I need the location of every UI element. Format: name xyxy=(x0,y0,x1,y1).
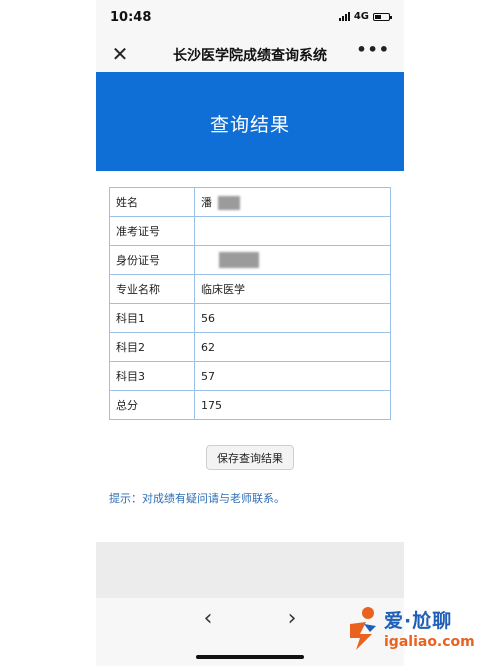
phone-screen: 10:48 4G ✕ 长沙医学院成绩查询系统 ••• 查询结果 姓名 潘 准考证… xyxy=(96,0,404,666)
battery-icon xyxy=(373,12,392,21)
table-row: 专业名称 临床医学 xyxy=(109,274,391,304)
row-label: 专业名称 xyxy=(109,274,195,304)
table-row: 科目3 57 xyxy=(109,361,391,391)
row-value: 56 xyxy=(194,303,391,333)
watermark-title: 爱·尬聊 xyxy=(384,610,453,632)
table-row: 准考证号 xyxy=(109,216,391,246)
status-time: 10:48 xyxy=(110,10,152,25)
row-label: 总分 xyxy=(109,390,195,420)
network-type: 4G xyxy=(353,11,369,22)
result-banner: 查询结果 xyxy=(96,72,404,171)
row-value-name: 潘 xyxy=(194,187,391,217)
hint-text: 提示：对成绩有疑问请与老师联系。 xyxy=(109,492,285,505)
row-label: 准考证号 xyxy=(109,216,195,246)
table-row: 科目2 62 xyxy=(109,332,391,362)
masked-id xyxy=(219,252,259,268)
watermark-logo-icon xyxy=(350,607,376,650)
home-indicator xyxy=(196,655,304,659)
banner-title: 查询结果 xyxy=(209,114,290,136)
row-label: 姓名 xyxy=(109,187,195,217)
back-icon[interactable]: ‹ xyxy=(198,606,218,631)
forward-icon[interactable]: › xyxy=(282,606,302,631)
masked-name xyxy=(217,196,240,210)
name-value: 潘 xyxy=(201,196,212,209)
row-value: 175 xyxy=(194,390,391,420)
row-label: 身份证号 xyxy=(109,245,195,275)
table-row: 总分 175 xyxy=(109,390,391,420)
row-value: 临床医学 xyxy=(194,274,391,304)
signal-icon xyxy=(338,12,350,21)
watermark-url: igaliao.com xyxy=(384,634,475,650)
row-label: 科目2 xyxy=(109,332,195,362)
row-value: 57 xyxy=(194,361,391,391)
table-row: 科目1 56 xyxy=(109,303,391,333)
table-row: 身份证号 xyxy=(109,245,391,275)
watermark: 爱·尬聊 igaliao.com xyxy=(342,600,500,660)
row-label: 科目1 xyxy=(109,303,195,333)
row-value xyxy=(194,216,391,246)
page-bottom-area xyxy=(96,542,404,598)
row-value: 62 xyxy=(194,332,391,362)
more-icon[interactable]: ••• xyxy=(356,40,390,59)
status-indicators: 4G xyxy=(338,11,392,22)
result-table: 姓名 潘 准考证号 身份证号 专业名称 临床医学 科目1 56 科目2 62 科… xyxy=(109,187,391,420)
table-row: 姓名 潘 xyxy=(109,187,391,217)
row-value-id xyxy=(194,245,391,275)
save-result-button[interactable]: 保存查询结果 xyxy=(206,445,294,470)
row-label: 科目3 xyxy=(109,361,195,391)
status-bar: 10:48 4G xyxy=(96,0,404,36)
nav-bar: ✕ 长沙医学院成绩查询系统 ••• xyxy=(96,36,404,72)
